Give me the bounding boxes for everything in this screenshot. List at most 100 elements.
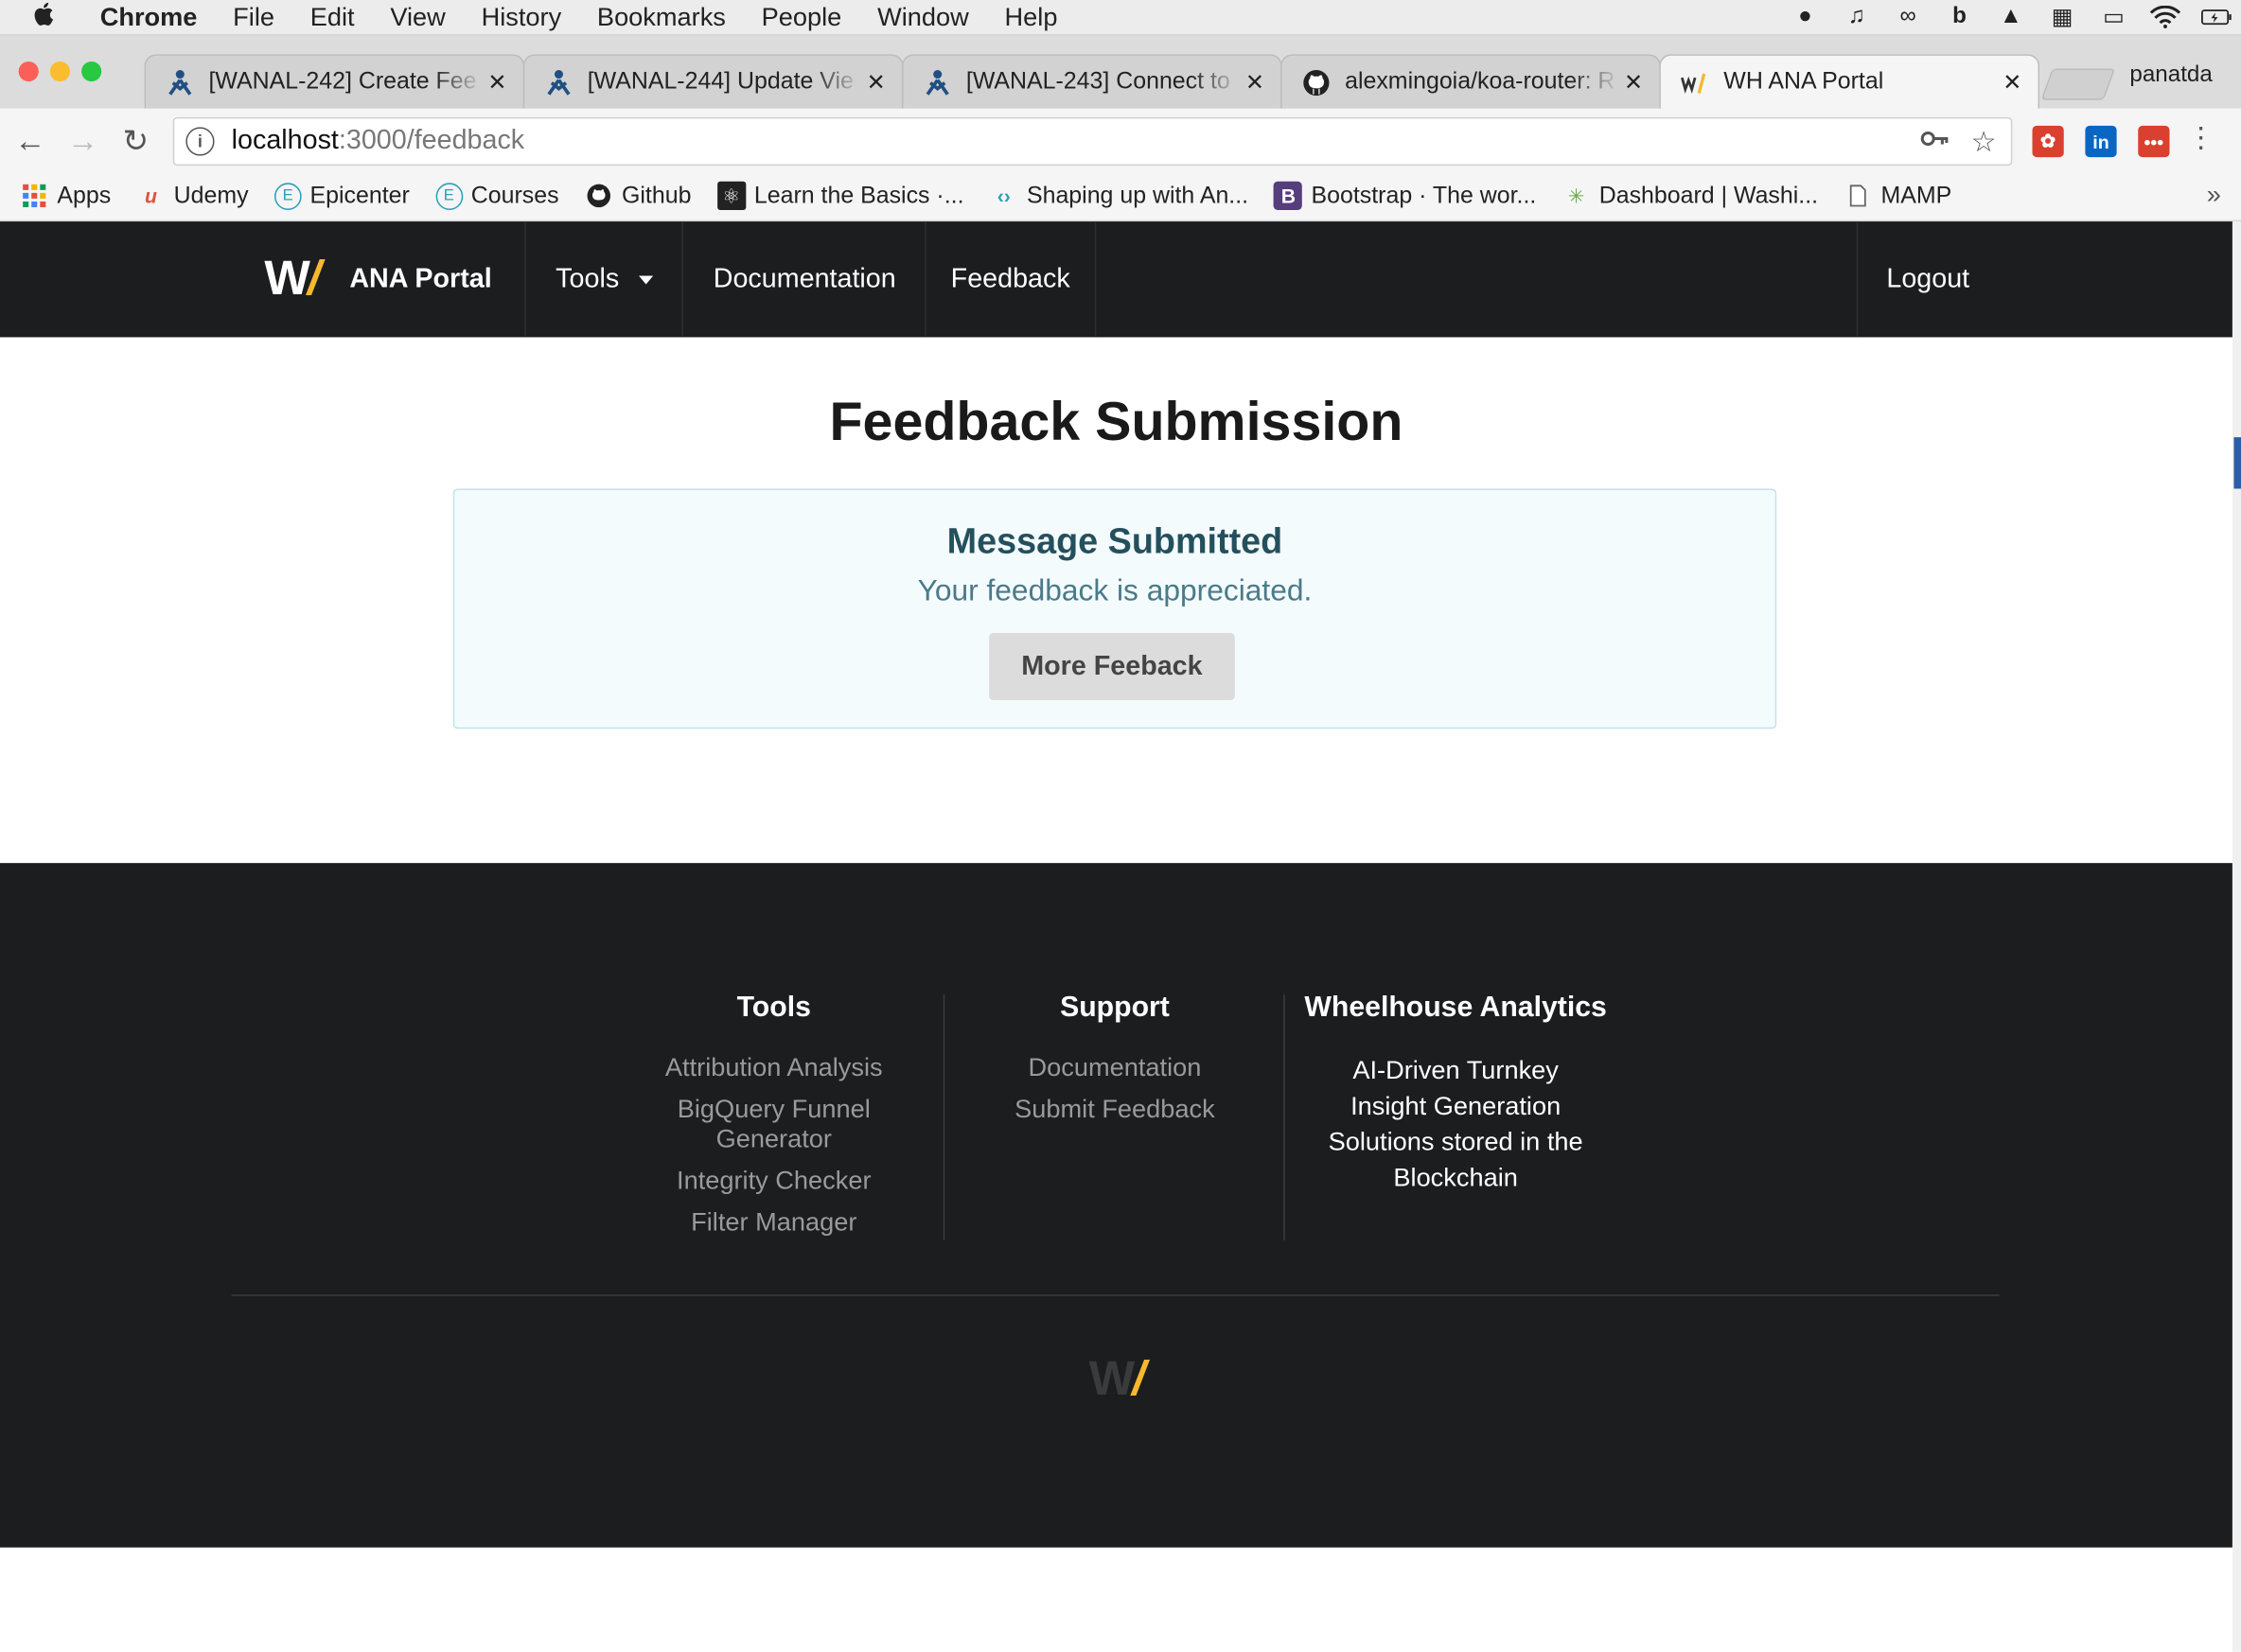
bookmark-label: Apps xyxy=(57,182,112,208)
page-icon xyxy=(1844,182,1872,210)
footer-rule xyxy=(231,1294,2000,1296)
bookmark-star-icon[interactable]: ☆ xyxy=(1971,124,1997,161)
airplay-icon[interactable]: ▭ xyxy=(2098,5,2129,30)
footer-link-integrity-checker[interactable]: Integrity Checker xyxy=(616,1166,932,1196)
lastpass-icon[interactable]: ••• xyxy=(2138,125,2170,158)
creative-cloud-icon[interactable]: ∞ xyxy=(1893,5,1924,30)
menu-app-chrome[interactable]: Chrome xyxy=(100,2,198,32)
linkedin-icon[interactable]: in xyxy=(2085,125,2117,158)
menu-window[interactable]: Window xyxy=(877,2,969,32)
epicenter-icon: E xyxy=(434,182,463,210)
key-icon[interactable] xyxy=(1919,124,1950,161)
menu-edit[interactable]: Edit xyxy=(310,2,355,32)
tab-label: [WANAL-242] Create Fee xyxy=(208,68,477,95)
brand-link[interactable]: W/ ANA Portal xyxy=(264,221,491,337)
menu-history[interactable]: History xyxy=(482,2,562,32)
footer-link-submit-feedback[interactable]: Submit Feedback xyxy=(958,1095,1272,1125)
footer-link-attribution-analysis[interactable]: Attribution Analysis xyxy=(616,1053,932,1083)
reload-icon[interactable]: ↻ xyxy=(117,123,154,160)
apple-icon[interactable] xyxy=(31,1,68,34)
menu-bookmarks[interactable]: Bookmarks xyxy=(597,2,726,32)
menu-help[interactable]: Help xyxy=(1005,2,1058,32)
info-icon[interactable]: i xyxy=(185,127,215,156)
caret-down-icon xyxy=(639,274,654,284)
bookmark-label: MAMP xyxy=(1880,182,1952,208)
tab-wanal-242[interactable]: [WANAL-242] Create Fee ✕ xyxy=(144,54,525,109)
alert-message: Your feedback is appreciated. xyxy=(917,574,1313,607)
bookmark-epicenter[interactable]: E Epicenter xyxy=(274,182,410,210)
epicenter-icon: E xyxy=(274,182,302,210)
forward-icon[interactable]: → xyxy=(64,123,101,160)
window-manager-icon[interactable]: ▦ xyxy=(2047,5,2078,30)
nav-feedback[interactable]: Feedback xyxy=(925,221,1097,338)
nav-tools-dropdown[interactable]: Tools xyxy=(524,221,683,338)
nav-tools-label: Tools xyxy=(556,263,620,294)
bookmark-mamp[interactable]: MAMP xyxy=(1844,182,1951,210)
close-tab-icon[interactable]: ✕ xyxy=(1619,68,1648,97)
menu-file[interactable]: File xyxy=(233,2,274,32)
success-alert: Message Submitted Your feedback is appre… xyxy=(452,488,1777,729)
bookmark-dashboard[interactable]: ✳ Dashboard | Washi... xyxy=(1562,182,1818,210)
apps-grid-icon xyxy=(20,182,48,210)
window-controls xyxy=(18,61,102,82)
close-tab-icon[interactable]: ✕ xyxy=(483,68,511,97)
scrollbar-marker xyxy=(2233,437,2241,489)
udemy-icon: u xyxy=(145,184,157,207)
bartender-icon[interactable]: b xyxy=(1944,5,1975,30)
bookmark-courses[interactable]: E Courses xyxy=(434,182,559,210)
close-window-icon[interactable] xyxy=(18,61,39,82)
tab-wanal-244[interactable]: [WANAL-244] Update Vie ✕ xyxy=(522,54,904,109)
footer-divider xyxy=(943,994,945,1240)
music-icon[interactable]: ♫ xyxy=(1841,5,1872,30)
bookmark-udemy[interactable]: u Udemy xyxy=(136,182,249,210)
new-tab-button[interactable] xyxy=(2040,68,2116,100)
page-scrollbar[interactable] xyxy=(2232,221,2241,1652)
bookmark-apps[interactable]: Apps xyxy=(20,182,111,210)
hat-icon[interactable]: ▲ xyxy=(1995,5,2026,30)
footer-link-filter-manager[interactable]: Filter Manager xyxy=(616,1207,932,1238)
brand-name: ANA Portal xyxy=(349,263,492,294)
more-feedback-button[interactable]: More Feeback xyxy=(989,633,1235,700)
footer-support-heading: Support xyxy=(1060,992,1170,1024)
jira-icon xyxy=(166,68,194,97)
nav-documentation-label: Documentation xyxy=(713,263,896,294)
maximize-window-icon[interactable] xyxy=(81,61,102,82)
tab-wanal-243[interactable]: [WANAL-243] Connect to ✕ xyxy=(901,54,1282,109)
bookmark-bootstrap[interactable]: B Bootstrap · The wor... xyxy=(1274,181,1536,210)
bookmark-label: Epicenter xyxy=(309,182,410,208)
evernote-icon[interactable]: ● xyxy=(1790,5,1821,30)
tab-wh-ana-portal[interactable]: WH ANA Portal ✕ xyxy=(1659,54,2040,109)
footer-tools-column: Tools Attribution Analysis BigQuery Funn… xyxy=(616,992,932,1249)
extension-icon[interactable]: ✿ xyxy=(2032,125,2064,158)
profile-name[interactable]: panatda xyxy=(2129,62,2212,88)
chrome-menu-icon[interactable]: ⋮ xyxy=(2182,120,2219,156)
url-path: :3000/feedback xyxy=(338,125,525,156)
nav-documentation[interactable]: Documentation xyxy=(681,221,926,338)
wifi-icon[interactable] xyxy=(2149,5,2181,30)
site-navbar: W/ ANA Portal Tools Documentation Feedba… xyxy=(0,221,2232,338)
bookmarks-overflow-icon[interactable]: » xyxy=(2207,180,2221,210)
bookmark-shaping-up[interactable]: ‹› Shaping up with An... xyxy=(990,182,1248,210)
footer-support-column: Support Documentation Submit Feedback xyxy=(958,992,1272,1136)
tab-koa-router[interactable]: alexmingoia/koa-router: R ✕ xyxy=(1280,54,1661,109)
tab-label: [WANAL-244] Update Vie xyxy=(587,68,854,95)
nav-logout-label: Logout xyxy=(1886,263,1970,294)
menu-view[interactable]: View xyxy=(390,2,445,32)
close-tab-icon[interactable]: ✕ xyxy=(1241,68,1269,97)
address-bar[interactable]: i localhost:3000/feedback ☆ xyxy=(172,116,2013,167)
back-icon[interactable]: ← xyxy=(11,123,48,160)
minimize-window-icon[interactable] xyxy=(49,61,70,82)
bookmark-github[interactable]: Github xyxy=(585,182,691,210)
footer-divider xyxy=(1283,994,1285,1240)
close-tab-icon[interactable]: ✕ xyxy=(1998,68,2026,97)
tab-label: [WANAL-243] Connect to xyxy=(965,68,1230,95)
footer-link-bigquery-funnel[interactable]: BigQuery Funnel Generator xyxy=(616,1095,932,1154)
jira-icon xyxy=(544,68,573,97)
battery-icon[interactable] xyxy=(2201,5,2232,30)
footer-link-documentation[interactable]: Documentation xyxy=(958,1053,1272,1083)
footer-company-column: Wheelhouse Analytics AI-Driven Turnkey I… xyxy=(1297,992,1614,1196)
nav-logout[interactable]: Logout xyxy=(1856,221,1999,338)
menu-people[interactable]: People xyxy=(762,2,842,32)
bookmark-learn-basics[interactable]: ⚛ Learn the Basics ·... xyxy=(716,181,964,210)
close-tab-icon[interactable]: ✕ xyxy=(862,68,891,97)
